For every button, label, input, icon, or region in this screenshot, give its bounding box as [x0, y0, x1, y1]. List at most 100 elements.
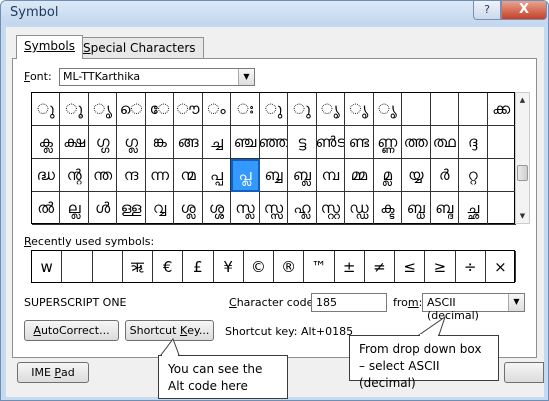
symbol-cell[interactable]: ഹ്ല	[288, 192, 317, 225]
recent-symbol-cell[interactable]: ऋ	[123, 251, 153, 282]
recent-symbol-cell[interactable]: ≠	[365, 251, 395, 282]
chevron-down-icon[interactable]: ▼	[238, 69, 254, 85]
symbol-cell[interactable]: ന്ന	[145, 159, 175, 192]
symbol-cell[interactable]: ത്ഥ	[430, 126, 460, 159]
symbol-cell[interactable]: ബ്ബ	[259, 159, 289, 192]
recent-symbol-cell[interactable]: ©	[244, 251, 274, 282]
symbol-cell[interactable]: ൺട	[316, 126, 346, 159]
symbol-cell[interactable]: ന്ദ	[117, 159, 146, 192]
recent-symbol-cell[interactable]: ≤	[395, 251, 426, 282]
recent-symbol-cell[interactable]: £	[183, 251, 214, 282]
symbol-cell[interactable]: ൗ	[174, 93, 203, 126]
character-code-input[interactable]: 185	[311, 293, 387, 312]
recent-symbol-cell[interactable]: ™	[304, 251, 335, 282]
scroll-up-icon[interactable]: ▲	[516, 93, 529, 107]
symbol-cell[interactable]: ന്റ	[60, 159, 89, 192]
symbol-cell[interactable]: പ്പ	[202, 159, 232, 192]
symbol-cell[interactable]: റ്റ	[459, 159, 488, 192]
grid-scrollbar[interactable]: ▲ ▼	[515, 92, 530, 224]
symbol-cell[interactable]: ക്ട	[373, 192, 403, 225]
symbol-cell[interactable]: ത്ത	[402, 126, 431, 159]
symbol-cell[interactable]: ൽ	[32, 192, 61, 225]
symbol-cell[interactable]: ങ്ങ	[174, 126, 203, 159]
scroll-down-icon[interactable]: ▼	[516, 209, 529, 223]
cancel-button-partial[interactable]	[504, 362, 544, 383]
symbol-cell[interactable]	[487, 159, 516, 192]
symbol-cell[interactable]: ൾ	[88, 192, 118, 225]
recent-symbol-cell[interactable]: ¥	[214, 251, 244, 282]
symbol-cell[interactable]: ൃ	[316, 93, 346, 126]
symbol-cell[interactable]: ബ്ല	[288, 159, 317, 192]
symbol-cell[interactable]: ഗ്ല	[117, 126, 146, 159]
recent-symbol-cell[interactable]	[62, 251, 93, 282]
close-button[interactable]: X	[501, 1, 547, 20]
symbol-cell[interactable]: സ്ല	[231, 192, 260, 225]
symbol-cell[interactable]	[487, 126, 516, 159]
symbol-cell[interactable]: ം	[202, 93, 232, 126]
symbol-cell[interactable]: ച്ഛ	[459, 192, 488, 225]
symbol-cell[interactable]: ൃ	[373, 93, 403, 126]
symbol-cell[interactable]: ു	[32, 93, 61, 126]
symbol-cell[interactable]: ണ്ട	[345, 126, 374, 159]
symbol-cell[interactable]: ഞ്ച	[231, 126, 260, 159]
symbol-cell[interactable]: ശ്ല	[174, 192, 203, 225]
symbol-cell[interactable]: മ്ല	[373, 159, 403, 192]
symbol-cell[interactable]	[402, 93, 431, 126]
symbol-cell[interactable]: ശ്ശ	[202, 192, 232, 225]
symbol-cell[interactable]: ക്ഷ	[60, 126, 89, 159]
symbol-cell[interactable]: െ	[117, 93, 146, 126]
recent-symbol-cell[interactable]: w	[32, 251, 63, 282]
symbol-cell[interactable]: മ്പ	[316, 159, 346, 192]
symbol-cell[interactable]: ങ്ക	[145, 126, 175, 159]
symbol-cell[interactable]: സ്സ	[259, 192, 289, 225]
symbol-cell[interactable]: ൂ	[60, 93, 89, 126]
symbol-cell[interactable]: ു	[259, 93, 289, 126]
symbol-cell[interactable]: ന്ത	[88, 159, 118, 192]
symbol-cell[interactable]	[459, 93, 488, 126]
recent-symbol-cell[interactable]	[93, 251, 123, 282]
symbol-cell[interactable]: േ	[145, 93, 175, 126]
symbol-cell[interactable]: സ്റ്റ	[316, 192, 346, 225]
symbol-cell[interactable]: ക്ക	[487, 93, 516, 126]
symbol-cell[interactable]: ന്മ	[174, 159, 203, 192]
symbol-cell[interactable]: ട്ട	[288, 126, 317, 159]
recent-symbols[interactable]: w ऋ € £ ¥ © ® ™ ± ≠ ≤ ≥ ÷ ×	[31, 250, 516, 283]
symbol-cell[interactable]: പ്ല	[231, 159, 260, 192]
recent-symbol-cell[interactable]: ®	[274, 251, 305, 282]
shortcut-key-button[interactable]: Shortcut Key...	[125, 320, 214, 341]
symbol-cell[interactable]: ബ്ധ	[402, 192, 431, 225]
symbol-cell[interactable]: ക്ല	[32, 126, 61, 159]
symbol-cell[interactable]	[487, 192, 516, 225]
scroll-thumb[interactable]	[517, 165, 528, 181]
symbol-cell[interactable]: ൃ	[345, 93, 374, 126]
tab-symbols[interactable]: Symbols	[16, 35, 83, 59]
recent-symbol-cell[interactable]: ±	[335, 251, 365, 282]
from-dropdown[interactable]: ASCII (decimal) ▼	[422, 293, 525, 322]
symbol-cell[interactable]: ല്ല	[60, 192, 89, 225]
help-button[interactable]: ?	[473, 1, 501, 20]
symbol-cell[interactable]: യ്യ	[402, 159, 431, 192]
symbol-grid[interactable]: ുൂൃെേൗംഃുുൃൃൃ ക്ക ക്ല ക്ഷ ഗ്ഗ ഗ്ല ങ്ക ങ്ങ ച്ച ഞ്ച…	[31, 92, 516, 225]
symbol-cell[interactable]: ച്ച	[202, 126, 232, 159]
recent-symbol-cell[interactable]: ÷	[456, 251, 486, 282]
symbol-cell[interactable]: ള്ള	[117, 192, 146, 225]
recent-symbol-cell[interactable]: ×	[486, 251, 516, 282]
symbol-cell[interactable]: ദ്ധ	[32, 159, 61, 192]
tab-special-characters[interactable]: Special Characters	[75, 37, 204, 58]
symbol-cell[interactable]: ഞ്ഞ	[259, 126, 289, 159]
symbol-cell[interactable]: ദ്ദ	[459, 126, 488, 159]
symbol-cell[interactable]: വ്വ	[145, 192, 175, 225]
symbol-cell[interactable]: ബ്ദ	[430, 192, 460, 225]
symbol-cell[interactable]: ർ	[430, 159, 460, 192]
chevron-down-icon[interactable]: ▼	[508, 294, 524, 311]
symbol-cell[interactable]: ഃ	[231, 93, 260, 126]
symbol-cell[interactable]: ൃ	[88, 93, 118, 126]
autocorrect-button[interactable]: AutoCorrect...	[24, 320, 119, 341]
ime-pad-button[interactable]: IME Pad	[17, 362, 89, 383]
symbol-cell[interactable]	[430, 93, 460, 126]
symbol-cell[interactable]: മ്മ	[345, 159, 374, 192]
symbol-cell[interactable]: ഡ്ഡ	[345, 192, 374, 225]
recent-symbol-cell[interactable]: ≥	[425, 251, 456, 282]
symbol-cell[interactable]: ു	[288, 93, 317, 126]
font-dropdown[interactable]: ML-TTKarthika ▼	[59, 68, 255, 86]
